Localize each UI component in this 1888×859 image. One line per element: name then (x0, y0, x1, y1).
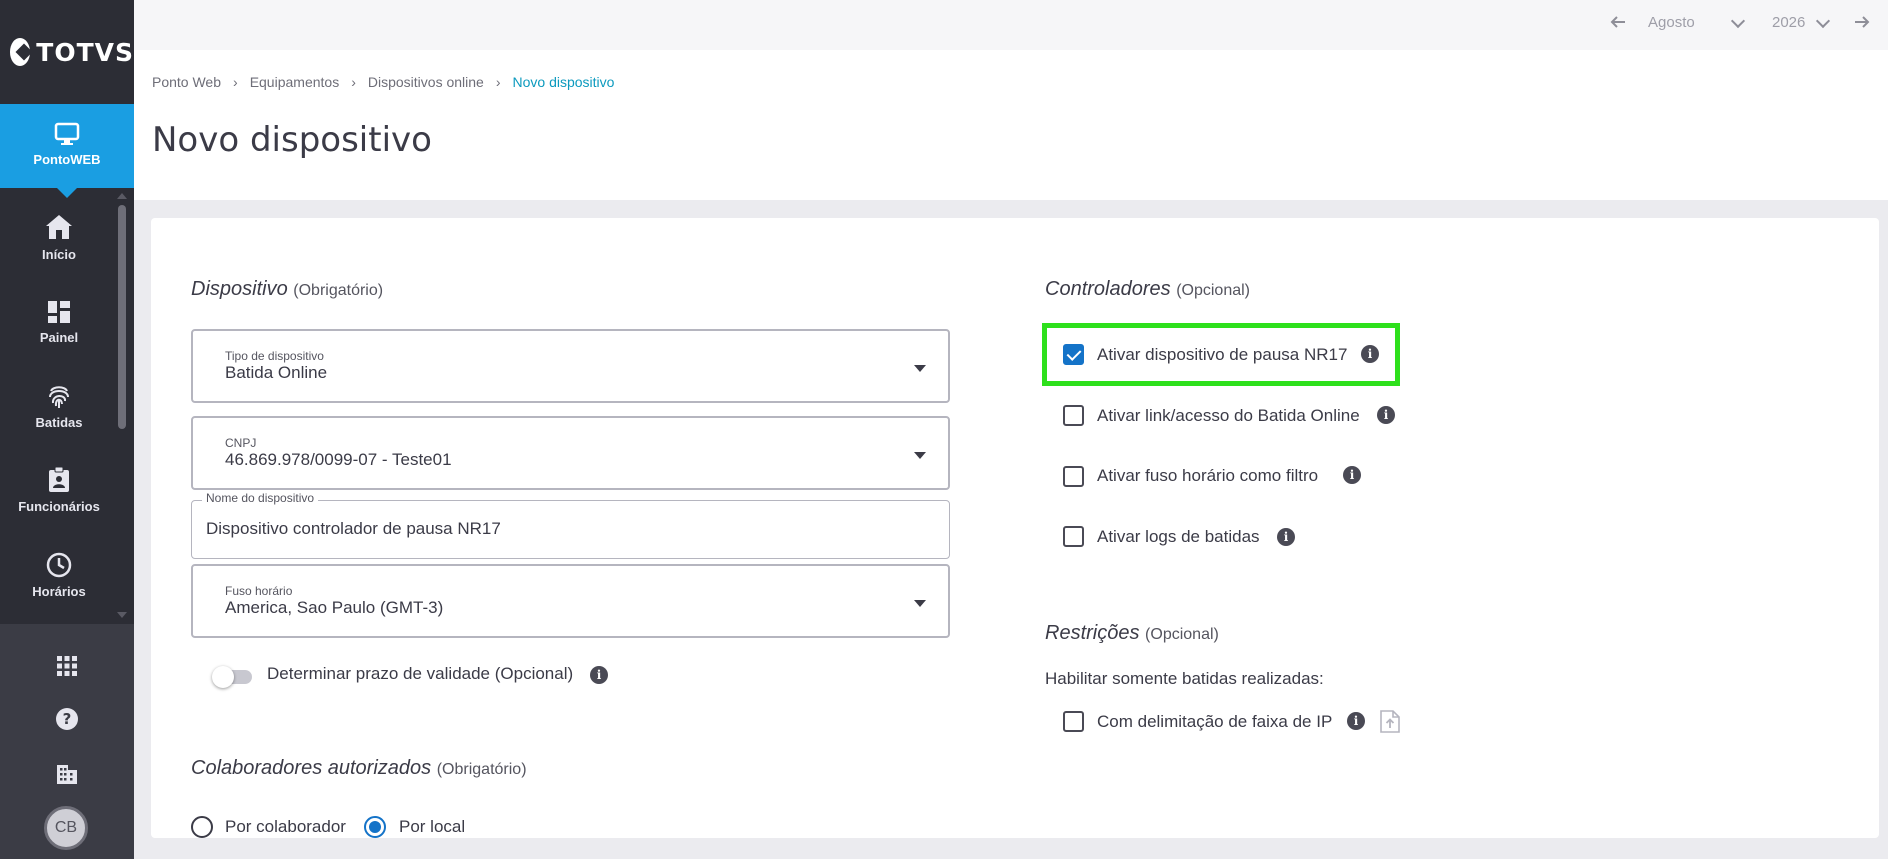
avatar[interactable]: CB (44, 806, 88, 850)
controladores-section-title: Controladores (Opcional) (1045, 278, 1250, 300)
breadcrumb-current: Novo dispositivo (512, 74, 615, 90)
caret-down-icon (914, 365, 926, 372)
dispositivo-section-title: Dispositivo (Obrigatório) (191, 278, 384, 300)
field-label: CNPJ (225, 436, 257, 450)
restricoes-section-title: Restrições (Opcional) (1045, 622, 1219, 644)
radio-por-local[interactable] (364, 816, 386, 838)
checkbox-pausa-nr17[interactable] (1063, 344, 1084, 365)
sidebar-item-painel[interactable]: Painel (0, 300, 118, 345)
sidebar-item-horarios[interactable]: Horários (0, 552, 118, 599)
field-label: Fuso horário (225, 584, 293, 598)
sidebar-item-pontoweb[interactable]: PontoWEB (0, 104, 134, 198)
arrow-left-icon[interactable] (1610, 14, 1626, 30)
tipo-dispositivo-select[interactable]: Tipo de dispositivo Batida Online (191, 329, 950, 403)
nome-dispositivo-field[interactable]: Nome do dispositivo Dispositivo controla… (191, 491, 950, 559)
badge-icon (49, 467, 69, 492)
sidebar-item-label: Funcionários (18, 499, 100, 514)
radio-label: Por colaborador (225, 817, 346, 836)
validade-toggle-label: Determinar prazo de validade (Opcional) (267, 664, 574, 683)
month-select[interactable]: Agosto (1648, 14, 1695, 31)
fuso-horario-select[interactable]: Fuso horário America, Sao Paulo (GMT-3) (191, 564, 950, 638)
chevron-down-icon[interactable] (1730, 13, 1746, 29)
fingerprint-icon (49, 386, 69, 408)
help-icon[interactable]: ? (55, 707, 79, 731)
sidebar-item-label: Início (42, 247, 76, 262)
sidebar-item-label: Batidas (35, 415, 83, 430)
sidebar-item-batidas[interactable]: Batidas (0, 383, 118, 430)
info-icon[interactable]: i (1343, 466, 1361, 484)
info-icon[interactable]: i (1347, 712, 1365, 730)
checkbox-label: Ativar logs de batidas (1097, 527, 1260, 546)
radio-por-colaborador[interactable] (191, 816, 213, 838)
dashboard-icon (48, 301, 70, 323)
chevron-down-icon[interactable] (1815, 13, 1831, 29)
caret-down-icon (914, 600, 926, 607)
checkbox-label: Ativar link/acesso do Batida Online (1097, 406, 1360, 425)
upload-file-icon[interactable] (1380, 710, 1400, 733)
year-select[interactable]: 2026 (1772, 14, 1805, 31)
checkbox-logs-batidas[interactable] (1063, 526, 1084, 547)
breadcrumb-item[interactable]: Equipamentos (250, 74, 340, 90)
totvs-logo: TOTVS (0, 0, 134, 104)
breadcrumb: Ponto Web › Equipamentos › Dispositivos … (152, 74, 614, 90)
checkbox-batida-online-link[interactable] (1063, 405, 1084, 426)
scroll-up-icon[interactable] (117, 193, 127, 199)
breadcrumb-separator: › (233, 74, 238, 90)
checkbox-fuso-filtro[interactable] (1063, 466, 1084, 487)
page-header: Ponto Web › Equipamentos › Dispositivos … (134, 50, 1888, 200)
validade-toggle[interactable] (212, 666, 254, 688)
totvs-logo-icon (10, 38, 31, 66)
top-bar: Agosto 2026 (134, 0, 1888, 50)
sidebar-scrollbar[interactable] (118, 205, 126, 429)
restricoes-description: Habilitar somente batidas realizadas: (1045, 669, 1324, 688)
monitor-icon (54, 122, 80, 145)
field-label: Nome do dispositivo (202, 491, 319, 505)
info-icon[interactable]: i (1377, 406, 1395, 424)
field-label: Tipo de dispositivo (225, 349, 324, 363)
sidebar-item-inicio[interactable]: Início (0, 213, 118, 262)
breadcrumb-separator: › (351, 74, 356, 90)
field-value: America, Sao Paulo (GMT-3) (225, 598, 444, 617)
clock-icon (46, 552, 72, 578)
apps-grid-icon[interactable] (55, 654, 79, 678)
info-icon[interactable]: i (1277, 528, 1295, 546)
home-icon (46, 215, 72, 239)
sidebar-item-funcionarios[interactable]: Funcionários (0, 467, 118, 514)
breadcrumb-separator: › (495, 74, 501, 90)
caret-down-icon (914, 452, 926, 459)
field-value: Dispositivo controlador de pausa NR17 (206, 519, 501, 538)
checkbox-label: Ativar dispositivo de pausa NR17 (1097, 345, 1348, 364)
radio-label: Por local (399, 817, 466, 836)
colaboradores-section-title: Colaboradores autorizados (Obrigatório) (191, 757, 527, 779)
checkbox-label: Ativar fuso horário como filtro (1097, 466, 1319, 485)
checkbox-faixa-ip[interactable] (1063, 711, 1084, 732)
cnpj-select[interactable]: CNPJ 46.869.978/0099-07 - Teste01 (191, 416, 950, 490)
sidebar-item-label: PontoWEB (33, 152, 101, 167)
checkbox-label: Com delimitação de faixa de IP (1097, 712, 1333, 731)
scroll-down-icon[interactable] (117, 612, 127, 618)
field-value: 46.869.978/0099-07 - Teste01 (225, 450, 452, 469)
breadcrumb-item[interactable]: Dispositivos online (368, 74, 484, 90)
building-icon[interactable] (55, 762, 79, 786)
svg-text:?: ? (63, 710, 72, 728)
info-icon[interactable]: i (1361, 345, 1379, 363)
field-value: Batida Online (225, 363, 328, 382)
sidebar: TOTVS PontoWEB Início Painel Batidas Fun… (0, 0, 134, 859)
info-icon[interactable]: i (590, 666, 608, 684)
sidebar-item-label: Horários (32, 584, 86, 599)
arrow-right-icon[interactable] (1854, 14, 1870, 30)
sidebar-item-label: Painel (39, 330, 79, 345)
page-title: Novo dispositivo (152, 120, 432, 160)
breadcrumb-item[interactable]: Ponto Web (152, 74, 221, 90)
